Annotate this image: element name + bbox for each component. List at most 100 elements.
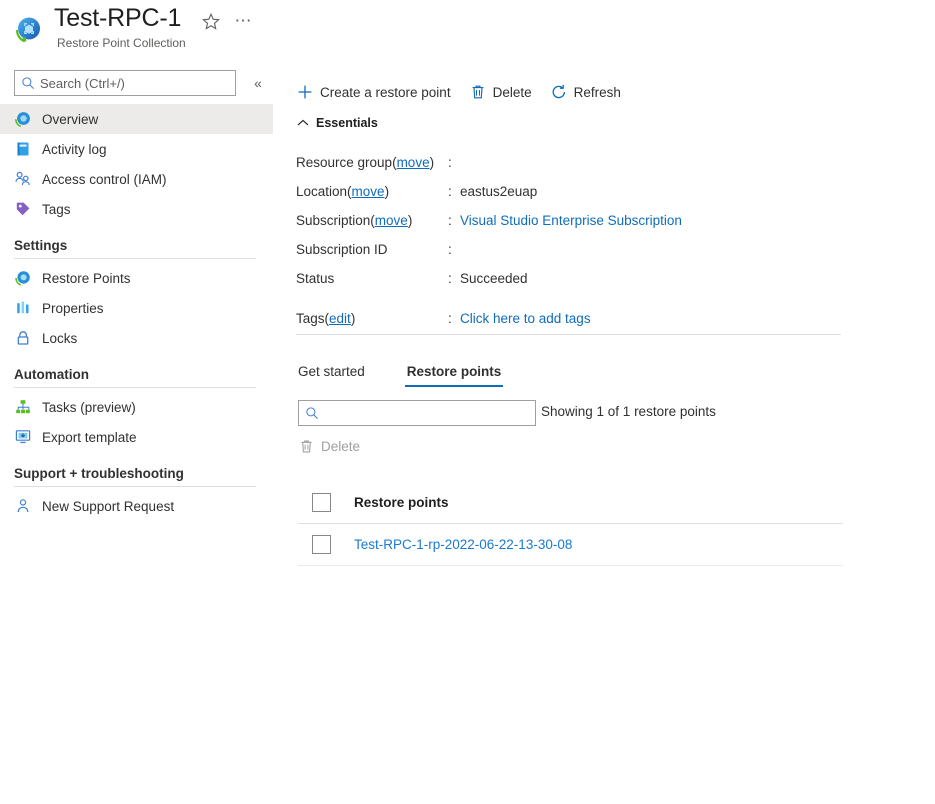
sidebar-item-label: New Support Request <box>42 498 175 514</box>
sidebar-item-properties[interactable]: Properties <box>0 293 273 323</box>
move-link[interactable]: move <box>397 155 430 170</box>
sidebar: « Overview Activity log <box>0 62 290 804</box>
sidebar-item-activity-log[interactable]: Activity log <box>0 134 273 164</box>
move-link[interactable]: move <box>352 184 385 199</box>
sidebar-item-overview[interactable]: Overview <box>0 104 273 134</box>
search-icon <box>22 77 34 89</box>
delete-button[interactable]: Delete <box>469 78 532 106</box>
essentials-key: Resource group(move) <box>296 155 435 170</box>
sidebar-item-label: Restore Points <box>42 270 131 286</box>
resource-header: Test-RPC-1 ⋯ Restore Point Collection <box>0 0 290 62</box>
sidebar-search-row: « <box>0 70 290 100</box>
essentials-row-resource-group: Resource group(move) : <box>296 148 841 177</box>
colon: : <box>448 311 452 326</box>
select-all-checkbox[interactable] <box>312 493 331 512</box>
resource-subtitle: Restore Point Collection <box>57 36 186 50</box>
sidebar-item-tasks[interactable]: Tasks (preview) <box>0 392 273 422</box>
tab-strip: Get started Restore points <box>296 355 541 387</box>
sidebar-item-access-control[interactable]: Access control (IAM) <box>0 164 273 194</box>
essentials-key: Subscription ID <box>296 242 388 257</box>
sidebar-item-label: Properties <box>42 300 104 316</box>
colon: : <box>448 213 452 228</box>
tab-get-started[interactable]: Get started <box>296 364 367 387</box>
essentials-key: Tags(edit) <box>296 311 356 326</box>
subscription-link[interactable]: Visual Studio Enterprise Subscription <box>460 213 682 228</box>
chevron-double-left-icon[interactable]: « <box>248 72 268 94</box>
sidebar-item-label: Tasks (preview) <box>42 399 136 415</box>
command-label: Create a restore point <box>320 84 451 100</box>
sidebar-item-label: Locks <box>42 330 78 346</box>
colon: : <box>448 242 452 257</box>
sidebar-group-title: Support + troubleshooting <box>14 466 184 481</box>
edit-link[interactable]: edit <box>329 311 351 326</box>
table-row: Test-RPC-1-rp-2022-06-22-13-30-08 <box>298 524 843 566</box>
essentials-row-subscription: Subscription(move) : Visual Studio Enter… <box>296 206 841 235</box>
essentials-row-location: Location(move) : eastus2euap <box>296 177 841 206</box>
sidebar-item-label: Export template <box>42 429 137 445</box>
essentials-key: Subscription(move) <box>296 213 413 228</box>
search-input[interactable] <box>40 75 220 91</box>
refresh-button[interactable]: Refresh <box>550 78 621 106</box>
status-value: Succeeded <box>460 271 528 286</box>
essentials-grid: Resource group(move) : Location(move) : … <box>296 148 841 333</box>
list-delete-button[interactable]: Delete <box>298 438 360 455</box>
sidebar-item-export-template[interactable]: Export template <box>0 422 273 452</box>
azure-portal-blade: Test-RPC-1 ⋯ Restore Point Collection « <box>0 0 935 804</box>
access-control-icon <box>15 171 30 186</box>
sidebar-item-tags[interactable]: Tags <box>0 194 273 224</box>
sidebar-group-settings: Settings Restore Points Properties Locks <box>0 224 290 353</box>
page-title: Test-RPC-1 <box>54 4 182 32</box>
list-toolbar: Delete <box>298 434 360 458</box>
key-text: Location <box>296 184 348 199</box>
properties-icon <box>17 301 29 314</box>
key-text: Tags <box>296 311 325 326</box>
tab-restore-points[interactable]: Restore points <box>404 364 504 387</box>
restore-points-table: Restore points Test-RPC-1-rp-2022-06-22-… <box>298 482 843 566</box>
showing-count: Showing 1 of 1 restore points <box>541 404 716 419</box>
chevron-up-icon <box>297 119 309 126</box>
essentials-key: Location(move) <box>296 184 390 199</box>
row-checkbox[interactable] <box>312 535 331 554</box>
sidebar-item-locks[interactable]: Locks <box>0 323 273 353</box>
essentials-toggle[interactable]: Essentials <box>296 116 378 130</box>
command-label: Delete <box>492 84 532 100</box>
support-request-icon <box>17 499 29 513</box>
sidebar-item-new-support-request[interactable]: New Support Request <box>0 491 273 521</box>
sidebar-nav: Overview Activity log Access control (IA… <box>0 104 290 521</box>
sidebar-item-label: Overview <box>42 111 99 127</box>
restore-points-search-box[interactable] <box>298 400 536 426</box>
lock-icon <box>17 331 29 345</box>
colon: : <box>448 271 452 286</box>
table-header-row: Restore points <box>298 482 843 524</box>
activity-log-icon <box>17 142 29 156</box>
plus-icon <box>298 85 312 99</box>
restore-points-search-input[interactable] <box>324 405 516 421</box>
sidebar-item-label: Activity log <box>42 141 107 157</box>
divider <box>296 334 841 335</box>
list-delete-label: Delete <box>321 438 361 454</box>
move-link[interactable]: move <box>375 213 408 228</box>
create-restore-point-button[interactable]: Create a restore point <box>296 78 451 106</box>
export-template-icon <box>15 430 31 444</box>
restore-point-collection-icon <box>15 17 40 43</box>
divider <box>14 486 256 487</box>
star-icon[interactable] <box>201 12 221 32</box>
sidebar-item-restore-points[interactable]: Restore Points <box>0 263 273 293</box>
sidebar-group-support: Support + troubleshooting New Support Re… <box>0 452 290 521</box>
essentials-row-subscription-id: Subscription ID : <box>296 235 841 264</box>
key-text: Subscription <box>296 213 371 228</box>
colon: : <box>448 184 452 199</box>
tags-icon <box>16 202 30 216</box>
restore-point-link[interactable]: Test-RPC-1-rp-2022-06-22-13-30-08 <box>354 537 572 552</box>
refresh-icon <box>552 84 565 99</box>
ellipsis-icon[interactable]: ⋯ <box>233 11 253 31</box>
sidebar-group-title: Settings <box>14 238 68 253</box>
search-box[interactable] <box>14 70 236 96</box>
add-tags-link[interactable]: Click here to add tags <box>460 311 591 326</box>
tasks-icon <box>16 400 30 414</box>
command-bar: Create a restore point Delete Refresh <box>296 78 639 106</box>
trash-icon <box>301 439 312 453</box>
sidebar-group-title: Automation <box>14 367 89 382</box>
essentials-title: Essentials <box>316 116 378 130</box>
essentials-row-tags: Tags(edit) : Click here to add tags <box>296 304 841 333</box>
